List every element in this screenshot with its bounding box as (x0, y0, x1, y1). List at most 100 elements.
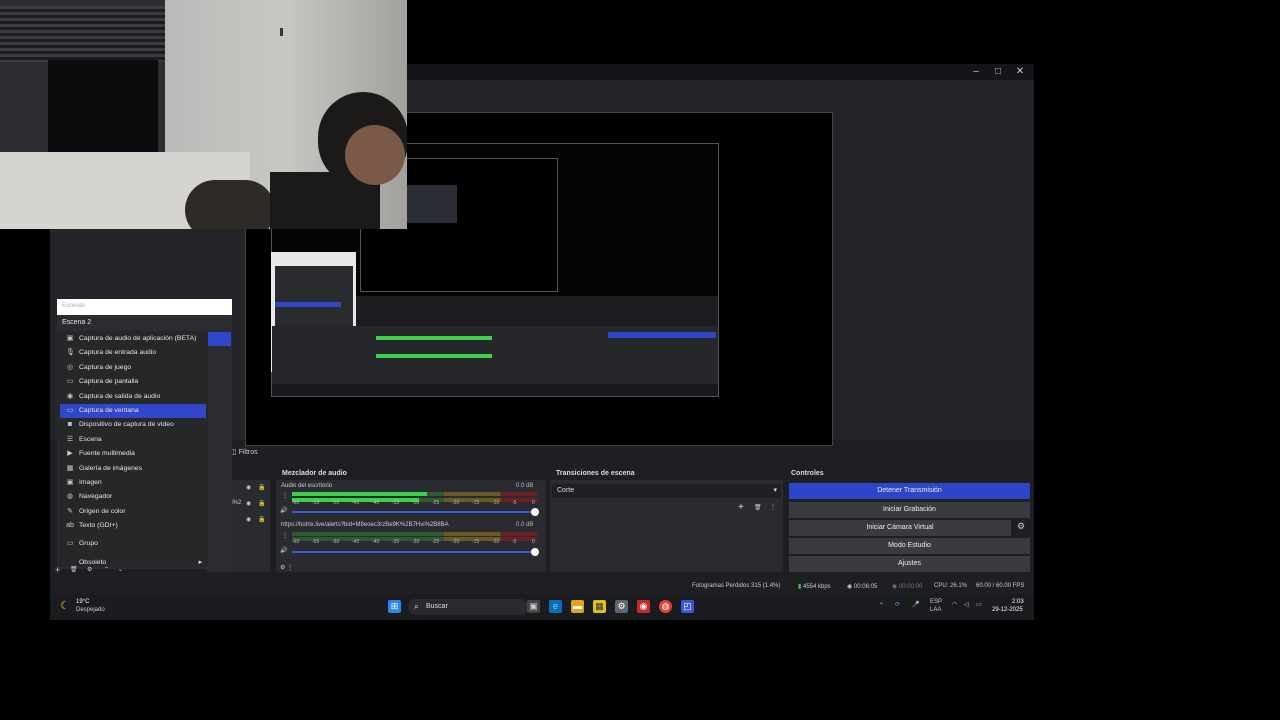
mic-icon[interactable]: 🎤 (912, 601, 919, 608)
meter-tick-label: -45 (352, 500, 360, 506)
trash-icon[interactable]: 🗑 (754, 504, 762, 511)
source-menu-item[interactable]: ☰ Escena (60, 433, 206, 447)
source-menu-item[interactable]: ◙ Dispositivo de captura de vídeo (60, 418, 206, 432)
lock-icon[interactable]: 🔒 (258, 484, 265, 491)
clock-date[interactable]: 29-12-2025 (992, 607, 1023, 613)
volume-slider[interactable] (292, 551, 537, 553)
volume-slider[interactable] (292, 511, 537, 513)
chevron-up-icon[interactable]: ⌃ (104, 566, 109, 573)
edge-icon[interactable]: e (549, 600, 562, 613)
source-menu-item[interactable]: 🎙 Captura de entrada audio (60, 346, 206, 360)
submenu-arrow-icon: ▸ (198, 559, 202, 566)
volume-icon[interactable]: ◁ (964, 601, 969, 608)
wifi-icon[interactable]: ◠ (952, 601, 957, 608)
windows-start-icon[interactable]: ⊞ (388, 600, 401, 613)
close-button[interactable]: ✕ (1009, 65, 1031, 79)
fps: 60.00 / 60.00 FPS (976, 583, 1025, 589)
settings-button[interactable]: Ajustes (789, 556, 1030, 572)
chevron-up-icon[interactable]: ⌃ (879, 602, 884, 609)
source-menu-item[interactable]: ◉ Captura de salida de audio (60, 390, 206, 404)
meter-tick-label: -5 (512, 539, 517, 545)
source-menu-label: Navegador (79, 493, 113, 501)
start-virtual-camera-button[interactable]: Iniciar Cámara Virtual (789, 520, 1011, 536)
speaker-icon[interactable]: 🔊 (280, 507, 287, 514)
add-icon[interactable]: + (738, 502, 744, 513)
meter-tick-label: -25 (432, 500, 440, 506)
search-box[interactable]: ⌕ Buscar (408, 599, 528, 615)
kebab-menu-icon[interactable]: ⋮ (282, 492, 288, 499)
studio-mode-button[interactable]: Modo Estudio (789, 538, 1030, 554)
meter-tick-label: -55 (312, 539, 320, 545)
nested-docks (272, 326, 718, 396)
source-menu-label: Obsoleto (79, 559, 107, 566)
source-menu-item[interactable]: ✎ Origen de color (60, 505, 206, 519)
visibility-icon[interactable]: ◉ (246, 500, 251, 507)
gear-icon[interactable]: ⚙ (1017, 521, 1025, 532)
cpu-usage: CPU: 26.1% (934, 583, 968, 589)
scene-item[interactable]: Escena 2 (62, 319, 91, 326)
meter-tick-label: -5 (512, 500, 517, 506)
visibility-icon[interactable]: ◉ (246, 516, 251, 523)
person-face (345, 125, 405, 185)
text-icon: ab (66, 522, 74, 530)
source-menu-item[interactable]: ▣ Imagen (60, 476, 206, 490)
minimize-button[interactable]: – (965, 65, 987, 79)
lock-icon[interactable]: 🔒 (258, 516, 265, 523)
sync-icon[interactable]: ⟳ (895, 601, 900, 608)
file-explorer-icon[interactable]: ▬ (571, 600, 584, 613)
source-menu-item[interactable]: ▣ Captura de audio de aplicación (BETA) (60, 332, 206, 346)
webcam-feed (0, 0, 407, 229)
record-time: ◉ 00:00:00 (892, 584, 923, 590)
volume-slider-handle[interactable] (531, 508, 539, 516)
stop-streaming-button[interactable]: Detener Transmisión (789, 483, 1030, 499)
source-menu-item[interactable]: Obsoleto ▸ (60, 556, 206, 570)
settings-app-icon[interactable]: ⚙ (615, 600, 628, 613)
obs-app-icon[interactable]: ◉ (637, 600, 650, 613)
image-icon: ▣ (66, 479, 74, 486)
source-menu-item[interactable]: ab Texto (GDI+) (60, 519, 206, 533)
source-menu-item[interactable]: ▶ Fuente multimedia (60, 447, 206, 461)
chevron-down-icon[interactable]: ⌄ (118, 566, 123, 573)
lock-icon[interactable]: 🔒 (258, 500, 265, 507)
source-menu-item[interactable]: ▭ Grupo (60, 537, 206, 551)
camera-icon: ◙ (67, 421, 73, 429)
source-menu-label: Captura de ventana (79, 407, 139, 414)
volume-slider-handle[interactable] (531, 548, 539, 556)
source-menu-item[interactable]: ◎ Captura de juego (60, 361, 206, 375)
transition-select[interactable]: Corte ▾ (552, 484, 781, 498)
chrome-icon[interactable]: ◍ (659, 600, 672, 613)
bitrate: ▮ 4554 kbps (798, 584, 831, 590)
task-view-icon[interactable]: ▣ (527, 600, 540, 613)
tab-filters[interactable]: ◫ Filtros (230, 448, 258, 456)
mixer-settings-icon[interactable]: ⚙ ⋮ (280, 564, 293, 571)
trash-icon[interactable]: 🗑 (70, 566, 78, 573)
lang-secondary[interactable]: LAA (930, 607, 941, 613)
source-menu-item[interactable]: ▭ Captura de pantalla (60, 375, 206, 389)
meter-tick-label: -10 (492, 539, 500, 545)
app-icon[interactable]: ◰ (681, 600, 694, 613)
clock-time[interactable]: 2:03 (1012, 599, 1024, 605)
start-recording-button[interactable]: Iniciar Grabación (789, 502, 1030, 518)
meter-tick-label: -30 (412, 500, 420, 506)
source-menu-label: Escena (79, 435, 102, 443)
source-menu-label: Captura de salida de audio (79, 392, 161, 400)
store-icon[interactable]: ▦ (593, 600, 606, 613)
brush-icon: ✎ (67, 507, 73, 515)
kebab-menu-icon[interactable]: ⋮ (770, 504, 776, 511)
lang-primary[interactable]: ESP (930, 599, 942, 605)
scenes-input[interactable]: Escenas (62, 303, 85, 309)
meter-tick-label: -40 (372, 539, 380, 545)
source-menu-label: Captura de juego (79, 363, 132, 371)
gear-icon[interactable]: ⚙ (87, 566, 92, 573)
maximize-button[interactable]: □ (987, 65, 1009, 79)
dropped-frames: Fotogramas Perdidos 315 (1.4%) (692, 583, 781, 589)
visibility-icon[interactable]: ◉ (246, 484, 251, 491)
kebab-menu-icon[interactable]: ⋮ (282, 532, 288, 539)
speaker-icon[interactable]: 🔊 (280, 547, 287, 554)
source-menu-item[interactable]: ▭ Captura de ventana (60, 404, 206, 418)
source-menu-item[interactable]: ▦ Galería de imágenes (60, 462, 206, 476)
add-scene-button[interactable]: + (55, 565, 60, 575)
battery-icon[interactable]: ▭ (976, 601, 982, 608)
source-menu-item[interactable]: ◍ Navegador (60, 490, 206, 504)
scene-selection-highlight (207, 332, 231, 346)
